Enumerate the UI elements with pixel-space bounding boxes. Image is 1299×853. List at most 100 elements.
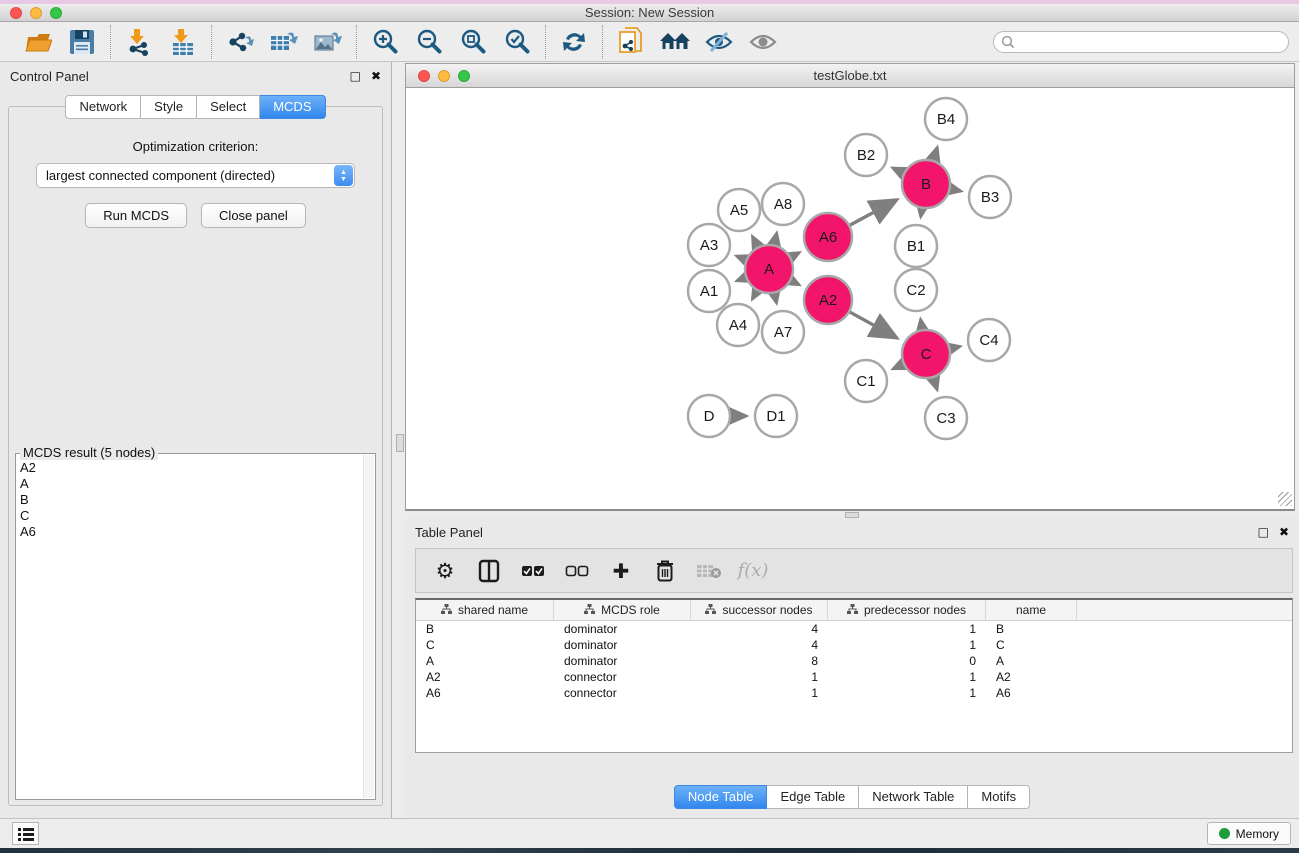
table-row[interactable]: Cdominator41C <box>416 637 1292 653</box>
zoom-out-icon[interactable] <box>410 26 448 58</box>
result-item[interactable]: A2 <box>20 460 361 476</box>
column-header-successor-nodes[interactable]: successor nodes <box>691 600 828 620</box>
network-zoom-button[interactable] <box>458 70 470 82</box>
run-mcds-button[interactable]: Run MCDS <box>85 203 187 228</box>
table-row[interactable]: A2connector11A2 <box>416 669 1292 685</box>
column-header-predecessor-nodes[interactable]: predecessor nodes <box>828 600 986 620</box>
vertical-splitter-grip[interactable] <box>396 434 404 452</box>
save-icon[interactable] <box>63 26 101 58</box>
zoom-fit-icon[interactable] <box>454 26 492 58</box>
edge-A2-C[interactable] <box>850 312 897 338</box>
edge-A-A5[interactable] <box>753 237 758 247</box>
table-cell[interactable]: 1 <box>828 685 986 701</box>
result-item[interactable]: A <box>20 476 361 492</box>
table-cell[interactable]: A <box>986 653 1077 669</box>
float-panel-icon[interactable]: □ <box>350 69 361 83</box>
show-panels-eye-icon[interactable] <box>744 26 782 58</box>
table-cell[interactable]: C <box>986 637 1077 653</box>
table-cell[interactable]: A2 <box>986 669 1077 685</box>
table-cell[interactable]: 1 <box>828 621 986 637</box>
close-table-panel-icon[interactable]: ✖ <box>1279 525 1289 539</box>
search-field[interactable] <box>993 31 1289 53</box>
table-cell[interactable]: dominator <box>554 653 691 669</box>
table-cell[interactable]: 1 <box>691 669 828 685</box>
table-cell[interactable]: 1 <box>691 685 828 701</box>
edge-A-A3[interactable] <box>737 256 746 260</box>
add-column-plus-icon[interactable]: ✚ <box>608 558 634 584</box>
result-scrollbar[interactable] <box>363 455 374 798</box>
delete-table-icon[interactable] <box>696 558 722 584</box>
table-settings-gear-icon[interactable]: ⚙ <box>432 558 458 584</box>
open-folder-icon[interactable] <box>19 26 57 58</box>
close-window-button[interactable] <box>10 7 22 19</box>
minimize-window-button[interactable] <box>30 7 42 19</box>
edge-A-A7[interactable] <box>774 293 776 302</box>
mcds-result-list[interactable]: A2ABCA6 <box>20 460 361 797</box>
edge-B-B4[interactable] <box>933 148 937 160</box>
session-title-bar[interactable]: Session: New Session <box>0 4 1299 22</box>
table-cell[interactable]: A6 <box>986 685 1077 701</box>
function-builder-icon[interactable]: f(x) <box>740 558 766 584</box>
edge-A6-B[interactable] <box>850 200 897 225</box>
edge-A-A8[interactable] <box>774 233 776 244</box>
column-header-shared-name[interactable]: shared name <box>416 600 554 620</box>
edge-B-B3[interactable] <box>950 189 960 191</box>
table-row[interactable]: Bdominator41B <box>416 621 1292 637</box>
edge-A-A6[interactable] <box>791 253 799 257</box>
table-cell[interactable]: B <box>986 621 1077 637</box>
result-item[interactable]: A6 <box>20 524 361 540</box>
show-column-icon[interactable] <box>476 558 502 584</box>
edge-B-B1[interactable] <box>921 209 922 217</box>
network-minimize-button[interactable] <box>438 70 450 82</box>
node-table[interactable]: shared nameMCDS rolesuccessor nodesprede… <box>415 598 1293 753</box>
export-image-icon[interactable] <box>309 26 347 58</box>
table-cell[interactable]: A6 <box>416 685 554 701</box>
float-table-panel-icon[interactable]: □ <box>1258 525 1269 539</box>
edge-A-A1[interactable] <box>737 278 745 281</box>
select-all-checkboxes-icon[interactable] <box>520 558 546 584</box>
table-row[interactable]: Adominator80A <box>416 653 1292 669</box>
tab-edge-table[interactable]: Edge Table <box>767 785 859 809</box>
new-session-from-network-icon[interactable] <box>612 26 650 58</box>
table-row[interactable]: A6connector11A6 <box>416 685 1292 701</box>
search-input[interactable] <box>1019 33 1288 51</box>
deselect-all-checkboxes-icon[interactable] <box>564 558 590 584</box>
table-cell[interactable]: B <box>416 621 554 637</box>
table-cell[interactable]: 4 <box>691 637 828 653</box>
import-network-icon[interactable] <box>120 26 158 58</box>
tab-motifs[interactable]: Motifs <box>968 785 1030 809</box>
zoom-selected-icon[interactable] <box>498 26 536 58</box>
export-network-icon[interactable] <box>221 26 259 58</box>
network-window-title-bar[interactable]: testGlobe.txt <box>405 63 1295 88</box>
table-cell[interactable]: dominator <box>554 621 691 637</box>
criterion-select[interactable]: largest connected component (directed) ▲… <box>36 163 355 188</box>
network-graph[interactable]: B4B2BB3A5A8A6A3B1AC2A1A2A4A7C4CC1C3DD1 <box>406 88 1292 507</box>
tab-style[interactable]: Style <box>141 95 197 119</box>
edge-C-C3[interactable] <box>933 378 937 390</box>
zoom-window-button[interactable] <box>50 7 62 19</box>
network-canvas[interactable]: B4B2BB3A5A8A6A3B1AC2A1A2A4A7C4CC1C3DD1 <box>405 88 1295 511</box>
zoom-in-icon[interactable] <box>366 26 404 58</box>
tab-mcds[interactable]: MCDS <box>260 95 325 119</box>
close-panel-icon[interactable]: ✖ <box>371 69 381 83</box>
result-item[interactable]: B <box>20 492 361 508</box>
tab-network[interactable]: Network <box>65 95 141 119</box>
result-item[interactable]: C <box>20 508 361 524</box>
import-table-icon[interactable] <box>164 26 202 58</box>
export-table-icon[interactable] <box>265 26 303 58</box>
edge-C-C1[interactable] <box>893 364 903 368</box>
table-cell[interactable]: 8 <box>691 653 828 669</box>
table-cell[interactable]: 4 <box>691 621 828 637</box>
resize-grip-icon[interactable] <box>1278 492 1292 506</box>
edge-B-B2[interactable] <box>893 168 903 173</box>
table-cell[interactable]: A <box>416 653 554 669</box>
table-cell[interactable]: connector <box>554 669 691 685</box>
table-cell[interactable]: connector <box>554 685 691 701</box>
delete-column-trash-icon[interactable] <box>652 558 678 584</box>
edge-A-A2[interactable] <box>791 281 799 285</box>
table-cell[interactable]: C <box>416 637 554 653</box>
column-header-name[interactable]: name <box>986 600 1077 620</box>
table-cell[interactable]: dominator <box>554 637 691 653</box>
task-history-button[interactable] <box>12 822 39 845</box>
edge-C-C4[interactable] <box>950 347 959 349</box>
